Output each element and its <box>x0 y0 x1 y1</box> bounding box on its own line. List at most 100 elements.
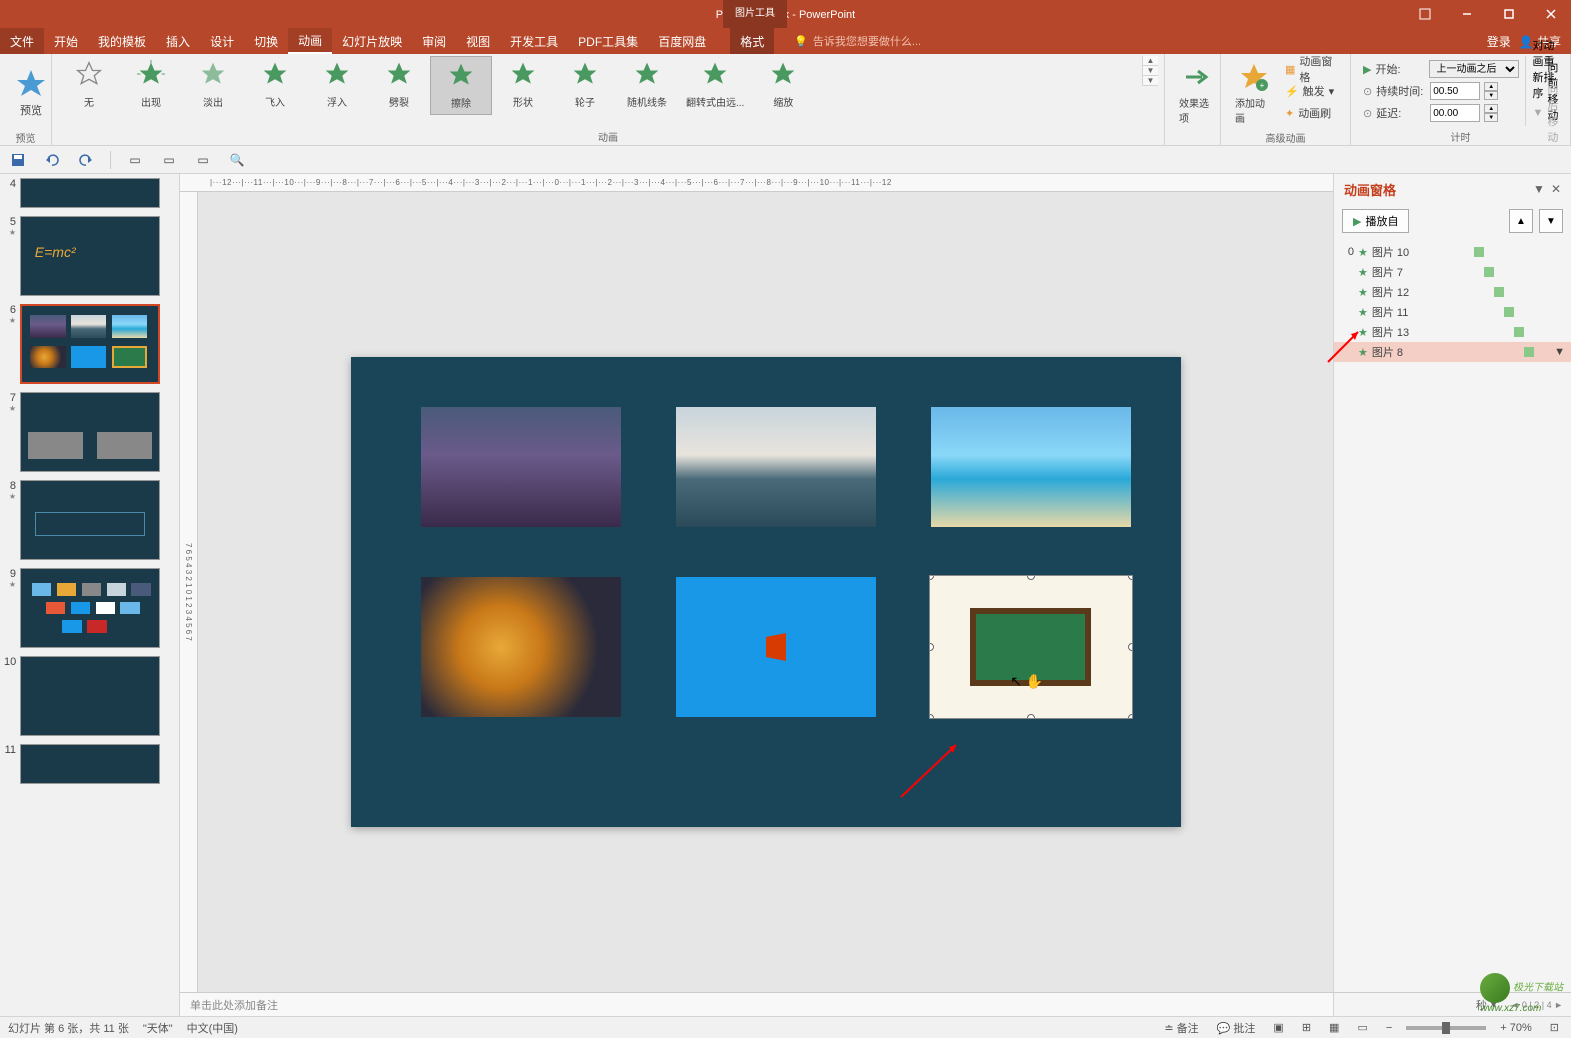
sorter-view-button[interactable]: ⊞ <box>1298 1021 1315 1034</box>
move-later-button[interactable]: ▼向后移动 <box>1532 102 1558 124</box>
tab-home[interactable]: 开始 <box>44 28 88 54</box>
add-animation-button[interactable]: + 添加动画 <box>1227 56 1281 130</box>
notes-toggle[interactable]: ≐ 备注 <box>1160 1020 1202 1036</box>
pane-dropdown-icon[interactable]: ▼ <box>1533 182 1545 196</box>
slide-image-5[interactable]: 0 <box>676 577 876 717</box>
normal-view-button[interactable]: ▣ <box>1269 1021 1287 1034</box>
save-button[interactable] <box>8 150 28 170</box>
fit-button[interactable]: ⊡ <box>1546 1021 1563 1034</box>
gallery-more-button[interactable]: ▼ <box>1143 76 1158 86</box>
resize-handle-w[interactable] <box>929 643 934 651</box>
gallery-down-button[interactable]: ▼ <box>1143 66 1158 76</box>
anim-flip[interactable]: 翻转式由远... <box>678 56 752 115</box>
duration-down[interactable]: ▼ <box>1484 91 1498 100</box>
resize-handle-n[interactable] <box>1027 575 1035 580</box>
resize-handle-sw[interactable] <box>929 714 934 719</box>
reading-view-button[interactable]: ▦ <box>1325 1021 1343 1034</box>
delay-up[interactable]: ▲ <box>1484 104 1498 113</box>
anim-none[interactable]: 无 <box>58 56 120 115</box>
minimize-button[interactable] <box>1447 0 1487 28</box>
thumb-slide-11[interactable] <box>20 744 160 784</box>
anim-appear[interactable]: 出现 <box>120 56 182 115</box>
zoom-slider[interactable] <box>1406 1026 1486 1030</box>
anim-fade[interactable]: 淡出 <box>182 56 244 115</box>
move-down-button[interactable]: ▼ <box>1539 209 1563 233</box>
tell-me-search[interactable]: 💡 告诉我您想要做什么... <box>794 33 921 49</box>
thumb-slide-10[interactable] <box>20 656 160 736</box>
tab-file[interactable]: 文件 <box>0 28 44 54</box>
effect-options-button[interactable]: 效果选项 <box>1171 56 1221 130</box>
slide-image-2[interactable]: 0 <box>676 407 876 527</box>
anim-zoom[interactable]: 缩放 <box>752 56 814 115</box>
anim-wipe[interactable]: 擦除 <box>430 56 492 115</box>
anim-entry-0[interactable]: 0★图片 10 <box>1334 242 1571 262</box>
resize-handle-ne[interactable] <box>1128 575 1133 580</box>
pane-close-icon[interactable]: ✕ <box>1551 182 1561 196</box>
slide-image-6-selected[interactable]: 0 ↖ ✋ <box>929 575 1133 719</box>
qat-btn-1[interactable]: ▭ <box>125 150 145 170</box>
slide-image-1[interactable]: 0 <box>421 407 621 527</box>
resize-handle-s[interactable] <box>1027 714 1035 719</box>
thumb-slide-5[interactable]: E=mc² <box>20 216 160 296</box>
slide-image-3[interactable]: 0 <box>931 407 1131 527</box>
slide-thumbnail-panel[interactable]: 4 5★E=mc² 6★ 7★ 8★ 9★ 10 11 <box>0 174 180 1016</box>
thumb-slide-9[interactable] <box>20 568 160 648</box>
resize-handle-e[interactable] <box>1128 643 1133 651</box>
thumb-slide-4[interactable] <box>20 178 160 208</box>
gallery-up-button[interactable]: ▲ <box>1143 56 1158 66</box>
close-button[interactable] <box>1531 0 1571 28</box>
anim-flyin[interactable]: 飞入 <box>244 56 306 115</box>
anim-entry-3[interactable]: ★图片 11 <box>1334 302 1571 322</box>
ribbon-options-button[interactable] <box>1405 0 1445 28</box>
start-select[interactable]: 上一动画之后 <box>1429 60 1519 78</box>
anim-shape[interactable]: 形状 <box>492 56 554 115</box>
qat-btn-4[interactable]: 🔍 <box>227 150 247 170</box>
delay-down[interactable]: ▼ <box>1484 113 1498 122</box>
anim-split[interactable]: 劈裂 <box>368 56 430 115</box>
tab-slideshow[interactable]: 幻灯片放映 <box>332 28 412 54</box>
anim-wheel[interactable]: 轮子 <box>554 56 616 115</box>
anim-entry-4[interactable]: ★图片 13 <box>1334 322 1571 342</box>
animation-list[interactable]: 0★图片 10 ★图片 7 ★图片 12 ★图片 11 ★图片 13 ★图片 8… <box>1334 238 1571 992</box>
resize-handle-nw[interactable] <box>929 575 934 580</box>
tab-format[interactable]: 格式 <box>730 28 774 54</box>
duration-up[interactable]: ▲ <box>1484 82 1498 91</box>
qat-btn-2[interactable]: ▭ <box>159 150 179 170</box>
tab-developer[interactable]: 开发工具 <box>500 28 568 54</box>
tab-view[interactable]: 视图 <box>456 28 500 54</box>
tab-insert[interactable]: 插入 <box>156 28 200 54</box>
tab-pdf[interactable]: PDF工具集 <box>568 28 648 54</box>
anim-entry-5[interactable]: ★图片 8▼ <box>1334 342 1571 362</box>
maximize-button[interactable] <box>1489 0 1529 28</box>
zoom-level[interactable]: + 70% <box>1496 1022 1536 1034</box>
undo-button[interactable] <box>42 150 62 170</box>
thumb-slide-6[interactable] <box>20 304 160 384</box>
slide-image-4[interactable]: 0 <box>421 577 621 717</box>
anim-float[interactable]: 浮入 <box>306 56 368 115</box>
thumb-slide-7[interactable] <box>20 392 160 472</box>
tab-review[interactable]: 审阅 <box>412 28 456 54</box>
entry-dropdown-icon[interactable]: ▼ <box>1554 346 1565 358</box>
tab-design[interactable]: 设计 <box>200 28 244 54</box>
tab-templates[interactable]: 我的模板 <box>88 28 156 54</box>
move-up-button[interactable]: ▲ <box>1509 209 1533 233</box>
zoom-out-button[interactable]: − <box>1382 1022 1396 1034</box>
duration-input[interactable] <box>1430 82 1480 100</box>
thumb-slide-8[interactable] <box>20 480 160 560</box>
resize-handle-se[interactable] <box>1128 714 1133 719</box>
trigger-button[interactable]: ⚡触发 ▾ <box>1281 80 1344 102</box>
preview-button[interactable]: 预览 <box>6 56 56 130</box>
slideshow-view-button[interactable]: ▭ <box>1353 1021 1371 1034</box>
redo-button[interactable] <box>76 150 96 170</box>
slide-canvas[interactable]: 0 0 0 0 0 0 <box>351 357 1181 827</box>
tab-animations[interactable]: 动画 <box>288 28 332 54</box>
play-from-button[interactable]: ▶播放自 <box>1342 209 1409 233</box>
delay-input[interactable] <box>1430 104 1480 122</box>
animation-painter-button[interactable]: ✦动画刷 <box>1281 102 1344 124</box>
qat-btn-3[interactable]: ▭ <box>193 150 213 170</box>
language-status[interactable]: 中文(中国) <box>187 1020 238 1036</box>
anim-random[interactable]: 随机线条 <box>616 56 678 115</box>
login-button[interactable]: 登录 <box>1487 33 1511 50</box>
tab-baidu[interactable]: 百度网盘 <box>648 28 716 54</box>
animation-pane-button[interactable]: ▦动画窗格 <box>1281 58 1344 80</box>
